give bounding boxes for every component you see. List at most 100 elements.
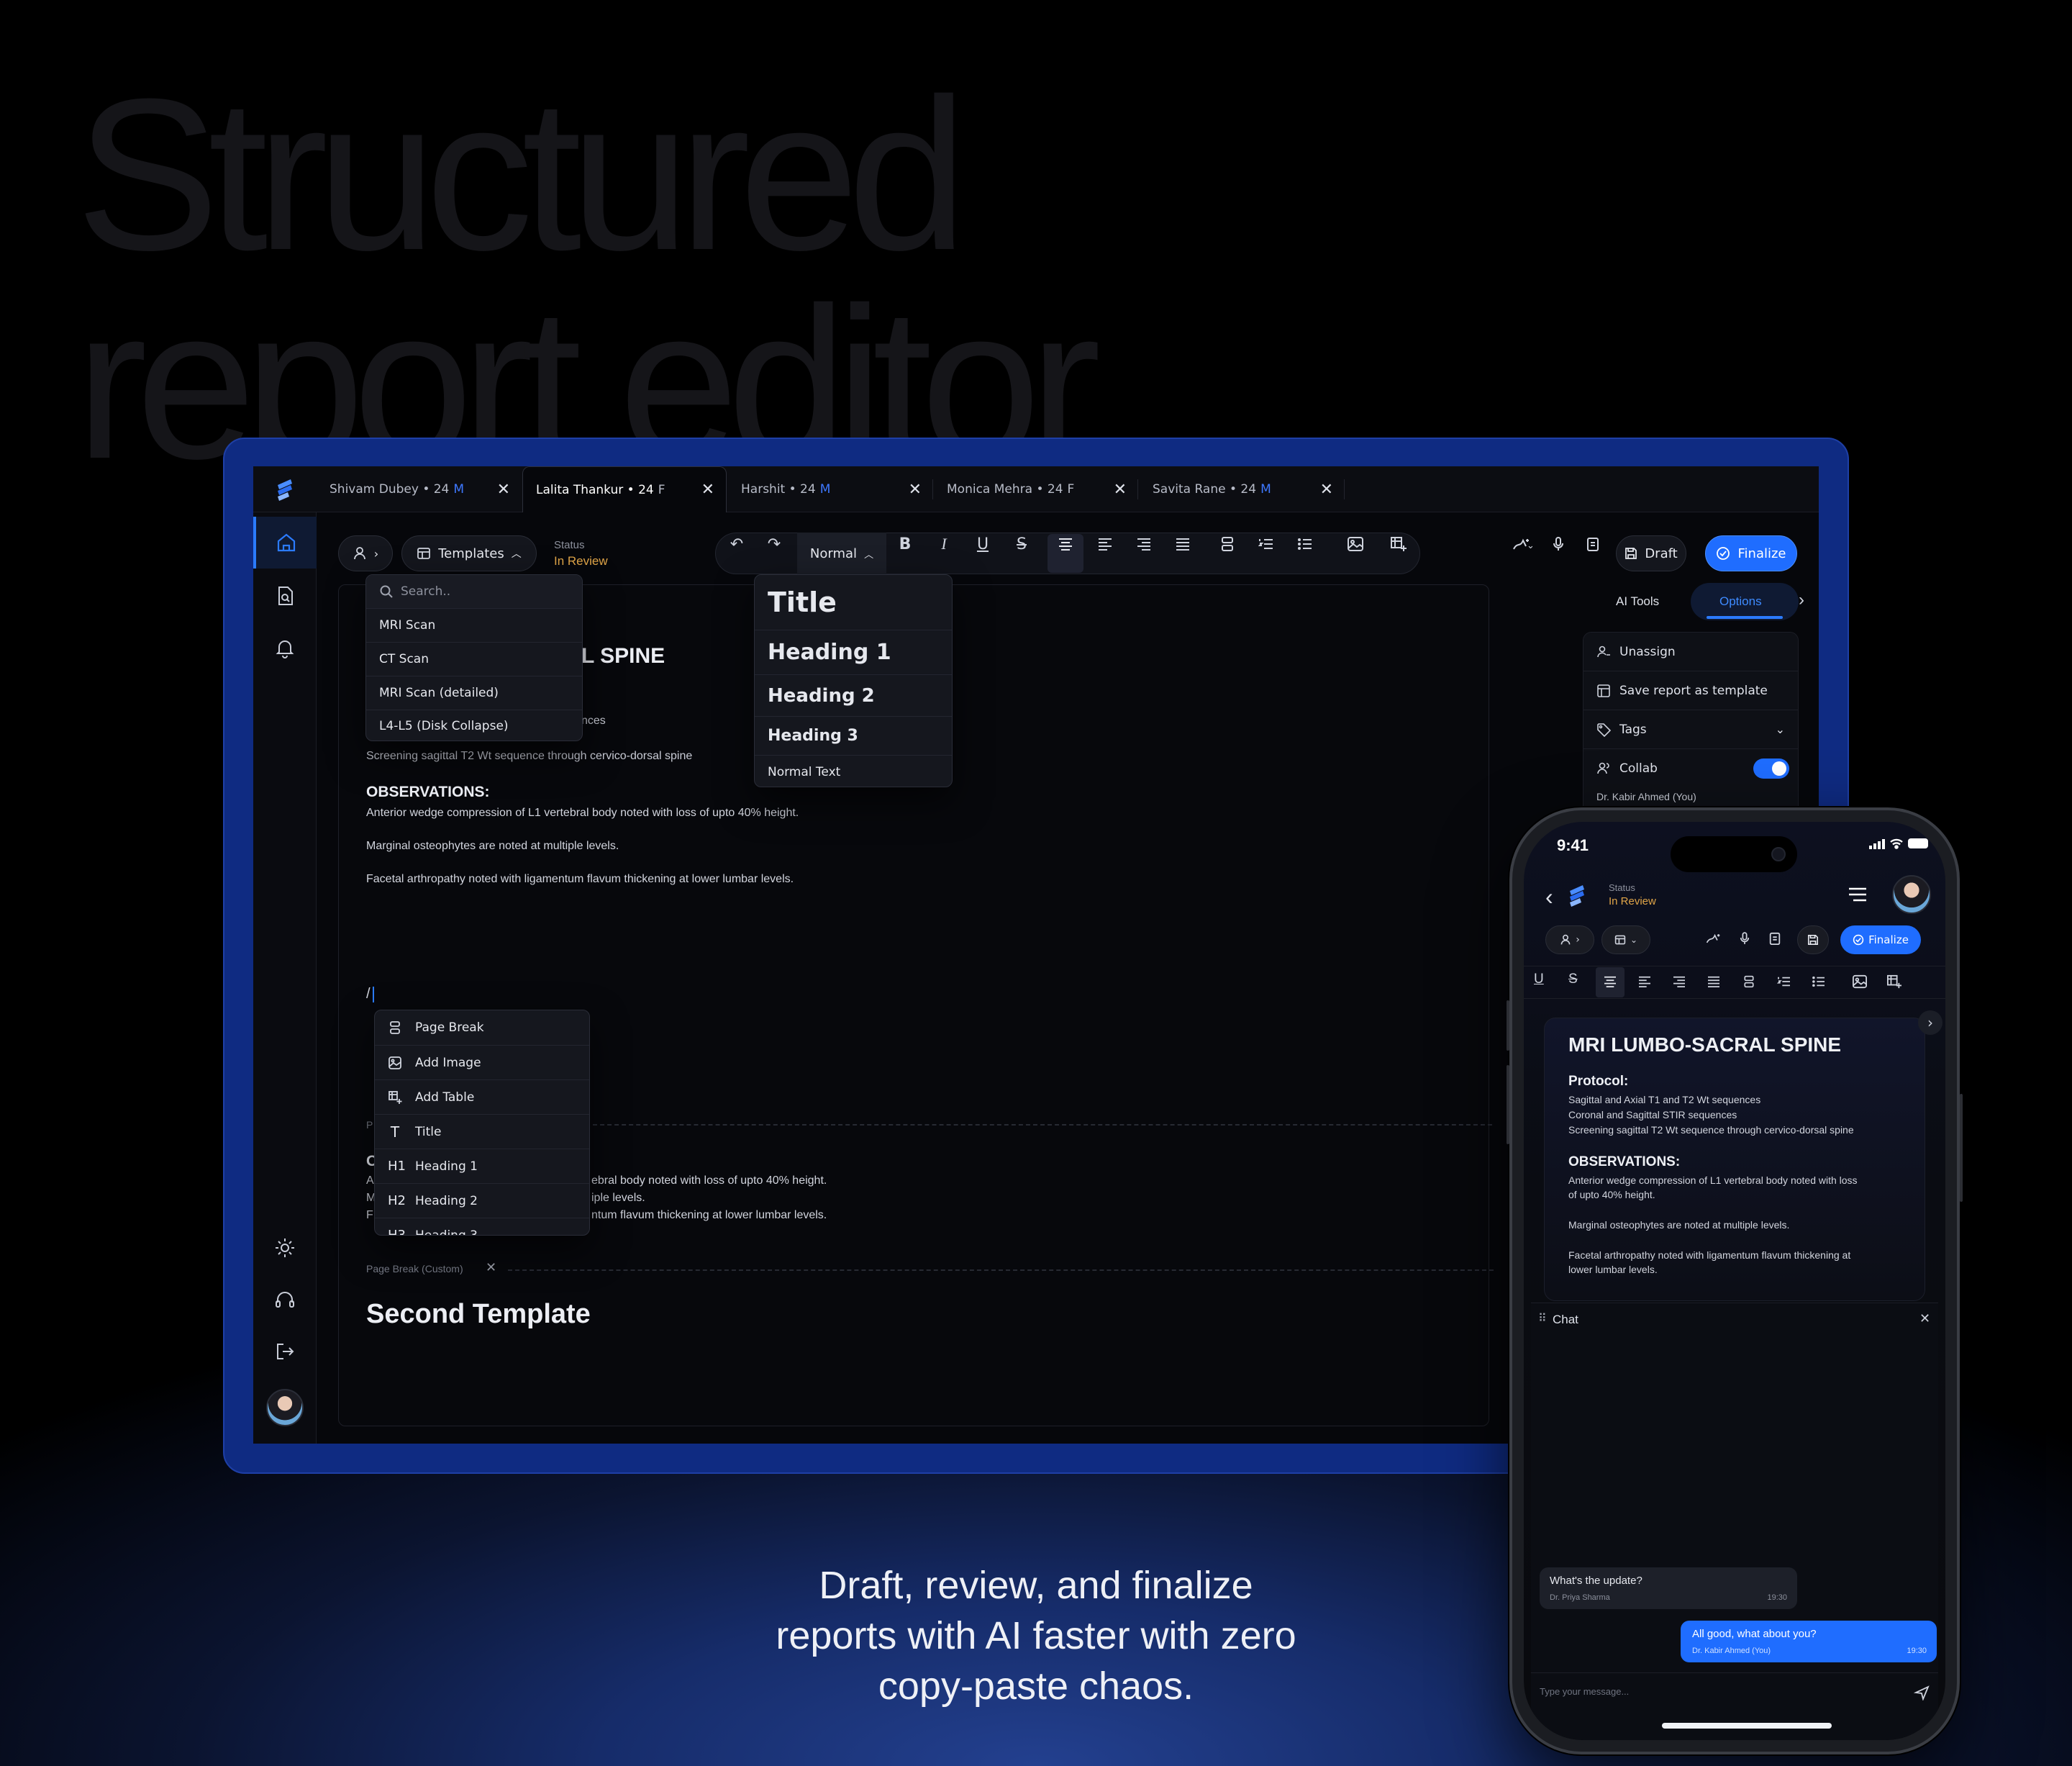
sidebar-item-reports[interactable]	[269, 580, 301, 612]
style-option-heading-2[interactable]: Heading 2	[755, 674, 952, 716]
bold-icon[interactable]: B	[891, 530, 919, 558]
redo-icon[interactable]: ↷	[760, 530, 789, 558]
slash-item-page-break[interactable]: Page Break	[375, 1010, 589, 1045]
numbered-list-icon[interactable]	[1252, 530, 1281, 558]
collab-option[interactable]: Collab	[1583, 749, 1798, 788]
template-item[interactable]: MRI Scan	[366, 608, 582, 642]
table-icon	[388, 1090, 402, 1104]
strikethrough-icon[interactable]: S	[1007, 530, 1036, 558]
slash-item-heading-3[interactable]: H3 Heading 3	[375, 1218, 589, 1236]
page-break-icon[interactable]	[1742, 974, 1755, 989]
collab-toggle[interactable]	[1753, 759, 1789, 779]
sidebar-item-logout[interactable]	[269, 1336, 301, 1367]
tab-patient-3[interactable]: Harshit • 24 M ✕	[728, 466, 933, 512]
menu-icon[interactable]	[1848, 887, 1868, 902]
template-item[interactable]: L4-L5 (Disk Collapse)	[366, 710, 582, 741]
align-justify-icon[interactable]	[1707, 976, 1721, 987]
slash-item-title[interactable]: T Title	[375, 1114, 589, 1149]
italic-icon[interactable]: I	[930, 530, 958, 558]
phone-assign-button[interactable]: ›	[1545, 925, 1594, 954]
draft-button[interactable]: Draft	[1616, 535, 1686, 571]
underline-icon[interactable]: U	[968, 530, 997, 558]
tab-patient-5[interactable]: Savita Rane • 24 M ✕	[1140, 466, 1345, 512]
sidebar-item-notifications[interactable]	[269, 632, 301, 664]
align-center-icon[interactable]	[1603, 976, 1617, 987]
tab-ai-tools[interactable]: AI Tools	[1616, 594, 1659, 609]
numbered-list-icon[interactable]	[1777, 976, 1791, 987]
template-item[interactable]: CT Scan	[366, 642, 582, 676]
tab-patient-2[interactable]: Lalita Thankur • 24 F ✕	[522, 466, 727, 512]
drag-handle-icon[interactable]: ⠿	[1538, 1311, 1547, 1326]
close-icon[interactable]: ✕	[701, 481, 714, 499]
style-option-normal[interactable]: Normal Text	[755, 755, 952, 787]
chevron-down-icon[interactable]: ⌄	[1527, 540, 1535, 551]
close-icon[interactable]: ✕	[1114, 481, 1127, 499]
clipboard-icon[interactable]	[1768, 931, 1781, 946]
close-icon[interactable]: ✕	[1320, 481, 1333, 499]
slash-item-label: Heading 3	[415, 1228, 478, 1236]
sidebar-item-support[interactable]	[269, 1284, 301, 1316]
style-select[interactable]: Normal ︿	[797, 533, 886, 574]
slash-item-add-table[interactable]: Add Table	[375, 1079, 589, 1114]
page-break-icon[interactable]	[1213, 530, 1242, 558]
finalize-button[interactable]: Finalize	[1705, 535, 1797, 571]
chevron-right-icon[interactable]: ›	[1799, 590, 1804, 610]
phone-user-avatar[interactable]	[1892, 875, 1931, 914]
style-option-heading-1[interactable]: Heading 1	[755, 630, 952, 674]
insert-image-icon[interactable]	[1852, 974, 1868, 989]
microphone-icon[interactable]	[1740, 931, 1750, 946]
style-option-title[interactable]: Title	[755, 575, 952, 630]
align-left-icon[interactable]	[1091, 530, 1119, 558]
phone-observation-1a: Anterior wedge compression of L1 vertebr…	[1568, 1174, 1858, 1186]
tags-option[interactable]: Tags ⌄	[1583, 710, 1798, 749]
bullet-list-icon[interactable]	[1291, 530, 1319, 558]
tab-patient-1[interactable]: Shivam Dubey • 24 M ✕	[317, 466, 522, 512]
close-icon[interactable]: ✕	[497, 481, 510, 499]
align-right-icon[interactable]	[1130, 530, 1158, 558]
sidebar-item-home[interactable]	[253, 517, 317, 569]
chevron-right-icon[interactable]: ›	[1918, 1010, 1942, 1035]
style-option-heading-3[interactable]: Heading 3	[755, 716, 952, 755]
phone-finalize-button[interactable]: Finalize	[1840, 925, 1921, 954]
clipboard-icon[interactable]	[1578, 530, 1607, 558]
bullet-list-icon[interactable]	[1812, 976, 1826, 987]
tab-options[interactable]: Options	[1719, 594, 1762, 609]
align-right-icon[interactable]	[1672, 976, 1686, 987]
heading-2-icon: H2	[388, 1193, 406, 1208]
tab-sex: F	[658, 482, 665, 497]
tab-patient-4[interactable]: Monica Mehra • 24 F ✕	[934, 466, 1138, 512]
templates-button[interactable]: Templates ︿	[401, 535, 537, 571]
undo-icon[interactable]: ↶	[722, 530, 751, 558]
save-template-option[interactable]: Save report as template	[1583, 671, 1798, 710]
sidebar-item-theme[interactable]	[269, 1232, 301, 1264]
close-icon[interactable]: ✕	[486, 1260, 496, 1275]
underline-icon[interactable]: U	[1534, 972, 1544, 987]
assign-button[interactable]: ›	[338, 535, 393, 571]
align-center-icon[interactable]	[1051, 530, 1080, 558]
strikethrough-icon[interactable]: S	[1568, 972, 1578, 987]
user-avatar[interactable]	[266, 1389, 304, 1426]
insert-table-icon[interactable]	[1886, 974, 1902, 989]
phone-draft-button[interactable]	[1797, 925, 1829, 954]
insert-image-icon[interactable]	[1341, 530, 1370, 558]
slash-item-add-image[interactable]: Add Image	[375, 1045, 589, 1079]
check-circle-icon	[1853, 934, 1864, 946]
ai-sign-icon[interactable]	[1705, 931, 1721, 946]
align-justify-icon[interactable]	[1168, 530, 1197, 558]
close-icon[interactable]: ✕	[909, 481, 922, 499]
unassign-option[interactable]: Unassign	[1583, 633, 1798, 671]
back-icon[interactable]: ‹	[1545, 884, 1553, 910]
slash-char: /	[366, 986, 371, 1002]
align-left-icon[interactable]	[1637, 976, 1652, 987]
insert-table-icon[interactable]	[1384, 530, 1413, 558]
template-search-input[interactable]: Search..	[366, 575, 582, 608]
microphone-icon[interactable]	[1544, 530, 1573, 558]
option-label: Tags	[1619, 722, 1647, 737]
template-item[interactable]: MRI Scan (detailed)	[366, 676, 582, 710]
phone-templates-button[interactable]: ⌄	[1601, 925, 1650, 954]
close-icon[interactable]: ✕	[1919, 1311, 1930, 1326]
slash-command-text[interactable]: /	[366, 986, 374, 1002]
slash-item-heading-2[interactable]: H2 Heading 2	[375, 1183, 589, 1218]
phone-status-value: In Review	[1609, 895, 1656, 907]
slash-item-heading-1[interactable]: H1 Heading 1	[375, 1149, 589, 1183]
